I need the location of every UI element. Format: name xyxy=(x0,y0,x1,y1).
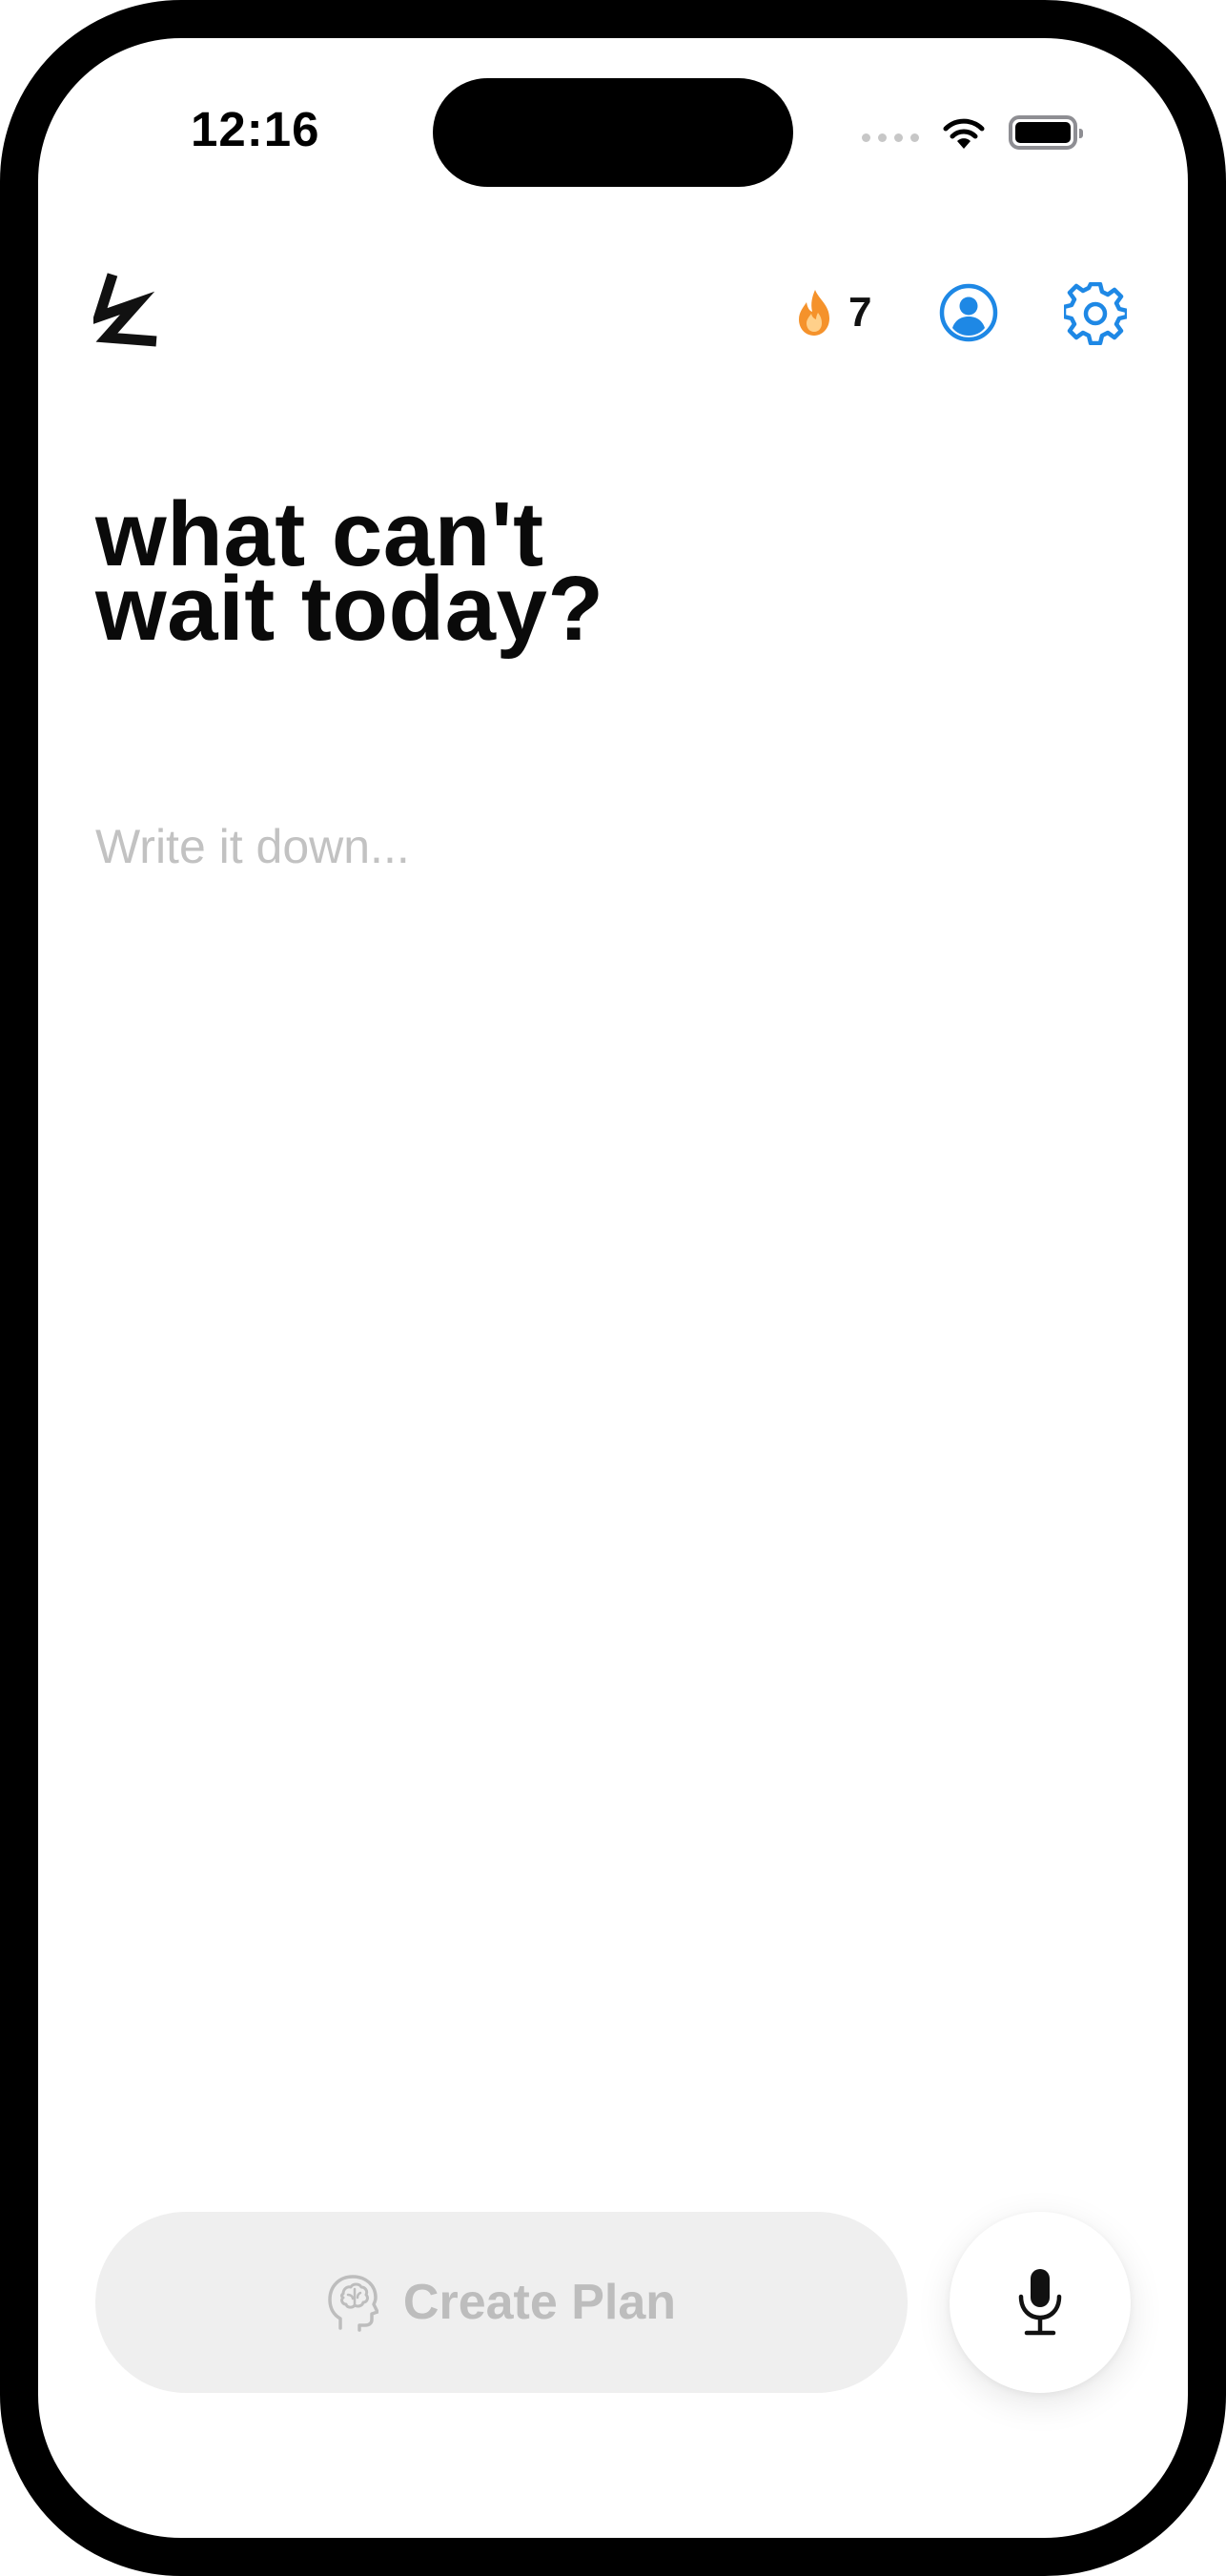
dynamic-island xyxy=(433,78,793,187)
flame-icon xyxy=(799,290,829,336)
task-entry-field[interactable] xyxy=(95,808,1144,2143)
status-indicators xyxy=(862,111,1083,154)
status-time: 12:16 xyxy=(191,102,320,156)
cellular-signal-icon xyxy=(862,133,919,142)
page-title: what can't wait today? xyxy=(95,489,1144,660)
page-title-line-2: wait today? xyxy=(95,558,604,660)
brain-head-icon xyxy=(328,2275,378,2332)
wifi-icon xyxy=(943,118,985,149)
lightning-logo-icon xyxy=(93,273,157,347)
settings-gear-button[interactable] xyxy=(1064,282,1127,345)
streak-counter[interactable]: 7 xyxy=(795,284,871,341)
microphone-icon xyxy=(1018,2269,1062,2336)
create-plan-label: Create Plan xyxy=(402,2275,677,2330)
streak-count: 7 xyxy=(848,289,872,336)
profile-button[interactable] xyxy=(938,282,999,343)
create-plan-button[interactable]: Create Plan xyxy=(95,2212,908,2393)
phone-screen: 12:16 7 what can't wait today? Write it … xyxy=(0,0,1226,2576)
microphone-button[interactable] xyxy=(950,2212,1131,2393)
battery-icon xyxy=(1009,115,1083,150)
